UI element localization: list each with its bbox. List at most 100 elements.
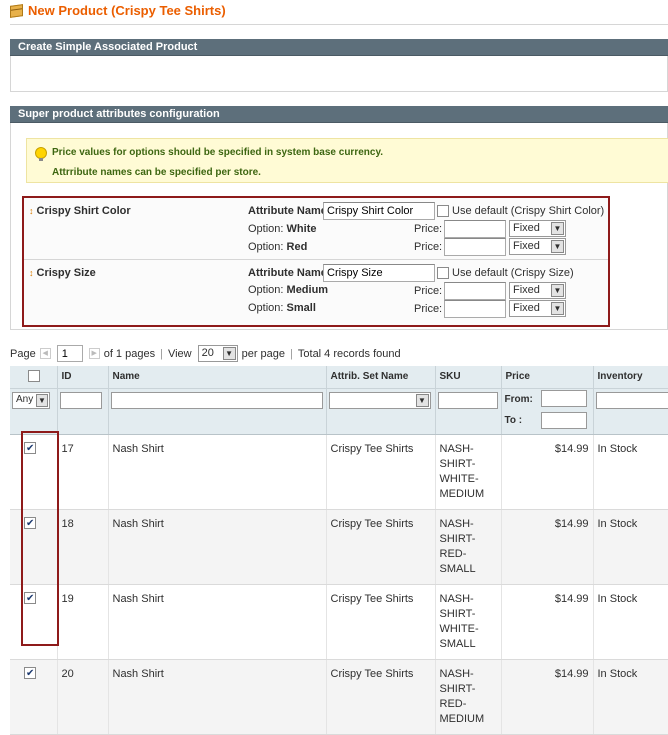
price-from-input[interactable]	[541, 390, 587, 407]
chevron-down-icon: ▼	[551, 240, 564, 253]
price-to-input[interactable]	[541, 412, 587, 429]
column-header-attrib-set[interactable]: Attrib. Set Name	[326, 366, 435, 388]
drag-handle-icon[interactable]: ↕	[29, 268, 34, 278]
attribute-title-color[interactable]: ↕Crispy Shirt Color	[29, 205, 131, 217]
page-number-input[interactable]	[57, 345, 83, 362]
table-row[interactable]: 19 Nash Shirt Crispy Tee Shirts NASH-SHI…	[10, 584, 668, 659]
attribute-title-size[interactable]: ↕Crispy Size	[29, 267, 96, 279]
title-divider	[10, 24, 668, 25]
filter-name-input[interactable]	[111, 392, 323, 409]
table-row[interactable]: 17 Nash Shirt Crispy Tee Shirts NASH-SHI…	[10, 434, 668, 509]
chevron-down-icon: ▼	[416, 394, 429, 407]
grid-pager: Page ◀ ▶ of 1 pages | View 20▼ per page …	[10, 345, 401, 362]
attribute-block-color: ↕Crispy Shirt Color Attribute Name: Use …	[24, 198, 608, 260]
price-from-label: From:	[505, 394, 533, 405]
view-label: View	[168, 348, 192, 360]
row-attrib-set: Crispy Tee Shirts	[326, 434, 435, 509]
row-attrib-set: Crispy Tee Shirts	[326, 584, 435, 659]
price-type-select-white[interactable]: Fixed▼	[509, 220, 566, 237]
column-header-id[interactable]: ID	[57, 366, 108, 388]
price-to-label: To :	[505, 415, 523, 426]
option-row-red: Option: Red	[248, 241, 307, 253]
filter-select-any[interactable]: Any▼	[12, 392, 50, 409]
table-row[interactable]: 18 Nash Shirt Crispy Tee Shirts NASH-SHI…	[10, 509, 668, 584]
row-sku: NASH-SHIRT-WHITE-MEDIUM	[435, 434, 501, 509]
row-sku: NASH-SHIRT-RED-SMALL	[435, 509, 501, 584]
price-type-select-medium[interactable]: Fixed▼	[509, 282, 566, 299]
chevron-down-icon: ▼	[551, 222, 564, 235]
column-header-sku[interactable]: SKU	[435, 366, 501, 388]
price-label: Price:	[414, 285, 442, 297]
column-header-price[interactable]: Price	[501, 366, 593, 388]
option-row-white: Option: White	[248, 223, 316, 235]
per-page-select[interactable]: 20▼	[198, 345, 238, 362]
price-type-select-small[interactable]: Fixed▼	[509, 300, 566, 317]
row-inventory: In Stock	[593, 659, 668, 734]
filter-id-input[interactable]	[60, 392, 102, 409]
select-all-checkbox[interactable]	[28, 370, 40, 382]
lightbulb-icon	[35, 147, 47, 159]
price-label: Price:	[414, 303, 442, 315]
price-input-medium[interactable]	[444, 282, 506, 300]
column-header-inventory[interactable]: Inventory	[593, 366, 668, 388]
separator: |	[290, 348, 293, 360]
separator: |	[160, 348, 163, 360]
chevron-down-icon: ▼	[551, 302, 564, 315]
grid-filter-row: Any▼ ▼ From: To :	[10, 388, 668, 434]
row-sku: NASH-SHIRT-RED-MEDIUM	[435, 659, 501, 734]
notice-line-2: Attrribute names can be specified per st…	[52, 167, 261, 178]
per-page-label: per page	[242, 348, 285, 360]
attribute-name-label: Attribute Name:	[248, 267, 331, 279]
associated-products-grid: ID Name Attrib. Set Name SKU Price Inven…	[10, 366, 668, 735]
row-id: 17	[57, 434, 108, 509]
next-page-icon[interactable]: ▶	[89, 348, 100, 359]
attribute-name-label: Attribute Name:	[248, 205, 331, 217]
attribute-name-input-size[interactable]	[323, 264, 435, 282]
chevron-down-icon: ▼	[551, 284, 564, 297]
product-box-icon	[10, 4, 23, 18]
row-price: $14.99	[501, 659, 593, 734]
price-type-select-red[interactable]: Fixed▼	[509, 238, 566, 255]
filter-sku-input[interactable]	[438, 392, 498, 409]
use-default-label-color: Use default (Crispy Shirt Color)	[452, 205, 604, 217]
drag-handle-icon[interactable]: ↕	[29, 206, 34, 216]
row-name: Nash Shirt	[108, 509, 326, 584]
use-default-checkbox-color[interactable]	[437, 205, 449, 217]
super-attributes-section-header[interactable]: Super product attributes configuration	[10, 106, 668, 123]
grid-header-row: ID Name Attrib. Set Name SKU Price Inven…	[10, 366, 668, 388]
price-label: Price:	[414, 223, 442, 235]
price-input-red[interactable]	[444, 238, 506, 256]
row-inventory: In Stock	[593, 434, 668, 509]
use-default-label-size: Use default (Crispy Size)	[452, 267, 574, 279]
use-default-checkbox-size[interactable]	[437, 267, 449, 279]
filter-inventory-input[interactable]	[596, 392, 668, 409]
filter-attrib-set-select[interactable]: ▼	[329, 392, 431, 409]
row-price: $14.99	[501, 584, 593, 659]
select-all-header	[10, 366, 57, 388]
row-name: Nash Shirt	[108, 434, 326, 509]
row-attrib-set: Crispy Tee Shirts	[326, 509, 435, 584]
page-title-wrap: New Product (Crispy Tee Shirts)	[10, 3, 226, 18]
row-sku: NASH-SHIRT-WHITE-SMALL	[435, 584, 501, 659]
row-id: 19	[57, 584, 108, 659]
row-id: 20	[57, 659, 108, 734]
option-row-medium: Option: Medium	[248, 284, 328, 296]
attribute-name-input-color[interactable]	[323, 202, 435, 220]
table-row[interactable]: 20 Nash Shirt Crispy Tee Shirts NASH-SHI…	[10, 659, 668, 734]
price-input-white[interactable]	[444, 220, 506, 238]
chevron-down-icon: ▼	[36, 394, 48, 407]
option-row-small: Option: Small	[248, 302, 316, 314]
simple-product-section-header[interactable]: Create Simple Associated Product	[10, 39, 668, 56]
prev-page-icon[interactable]: ◀	[40, 348, 51, 359]
notice-line-1: Price values for options should be speci…	[52, 147, 383, 158]
column-header-name[interactable]: Name	[108, 366, 326, 388]
price-input-small[interactable]	[444, 300, 506, 318]
currency-notice: Price values for options should be speci…	[26, 138, 668, 183]
total-records: Total 4 records found	[298, 348, 401, 360]
attributes-config-panel: ↕Crispy Shirt Color Attribute Name: Use …	[22, 196, 610, 327]
row-id: 18	[57, 509, 108, 584]
selected-rows-highlight	[21, 431, 59, 646]
row-name: Nash Shirt	[108, 659, 326, 734]
page-label: Page	[10, 348, 36, 360]
row-attrib-set: Crispy Tee Shirts	[326, 659, 435, 734]
